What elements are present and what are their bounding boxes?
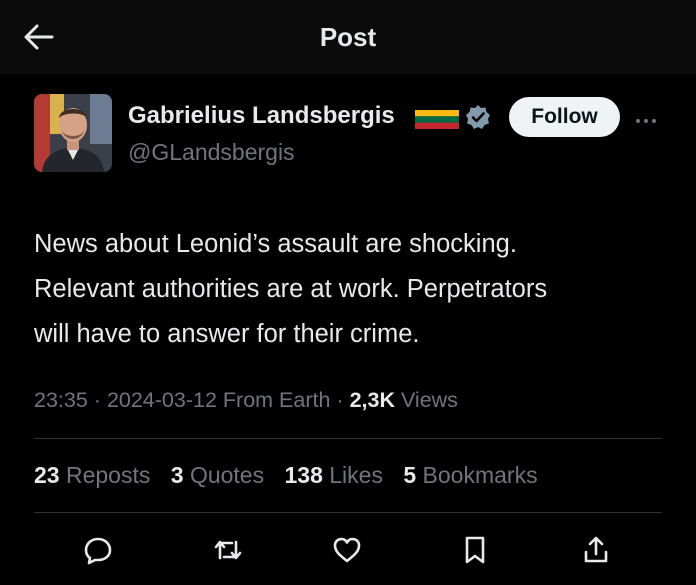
likes-stat[interactable]: 138 Likes (284, 462, 382, 488)
more-horizontal-icon (636, 119, 640, 123)
bookmark-button[interactable] (459, 534, 491, 566)
divider (34, 438, 662, 439)
reposts-label: Reposts (65, 462, 151, 488)
lithuania-flag-icon (415, 110, 459, 129)
quotes-stat[interactable]: 3 Quotes (171, 462, 264, 488)
avatar-image (34, 94, 112, 172)
bookmark-icon (465, 536, 485, 564)
share-button[interactable] (580, 534, 612, 566)
post-time[interactable]: 23:35 (34, 388, 88, 412)
heart-icon (333, 537, 361, 563)
post-meta: 23:35 · 2024-03-12 From Earth · 2,3K Vie… (34, 388, 458, 412)
top-bar: Post (0, 0, 696, 74)
likes-count: 138 (284, 462, 323, 488)
author-handle[interactable]: @GLandsbergis (128, 137, 295, 167)
post-text-line: News about Leonid’s assault are shocking… (34, 230, 517, 258)
reposts-stat[interactable]: 23 Reposts (34, 462, 150, 488)
reply-button[interactable] (82, 534, 114, 566)
bookmarks-count: 5 (403, 462, 417, 488)
quotes-label: Quotes (189, 462, 265, 488)
avatar[interactable] (34, 94, 112, 172)
verified-badge-icon[interactable] (465, 104, 491, 130)
post-text-line: will have to answer for their crime. (34, 320, 420, 348)
reposts-count: 23 (34, 462, 60, 488)
reply-icon (84, 537, 112, 565)
repost-icon (214, 540, 242, 560)
page-title: Post (319, 22, 377, 52)
engagement-stats: 23 Reposts 3 Quotes 138 Likes 5 Bookmark… (34, 460, 552, 490)
bookmarks-label: Bookmarks (422, 462, 538, 488)
author-display-name[interactable]: Gabrielius Landsbergis (128, 101, 395, 131)
views-label: Views (400, 388, 458, 412)
views-count: 2,3K (349, 388, 395, 412)
bookmarks-stat[interactable]: 5 Bookmarks (403, 462, 537, 488)
more-options-button[interactable] (636, 110, 662, 124)
follow-button[interactable]: Follow (509, 97, 620, 137)
divider (34, 512, 662, 513)
likes-label: Likes (329, 462, 383, 488)
post-date[interactable]: 2024-03-12 (107, 388, 217, 412)
repost-button[interactable] (212, 534, 244, 566)
post-text-line: Relevant authorities are at work. Perpet… (34, 275, 548, 303)
quotes-count: 3 (170, 462, 184, 488)
like-button[interactable] (331, 534, 363, 566)
post-text: News about Leonid’s assault are shocking… (34, 222, 674, 357)
post-location: From Earth (222, 388, 331, 412)
share-icon (584, 536, 608, 563)
